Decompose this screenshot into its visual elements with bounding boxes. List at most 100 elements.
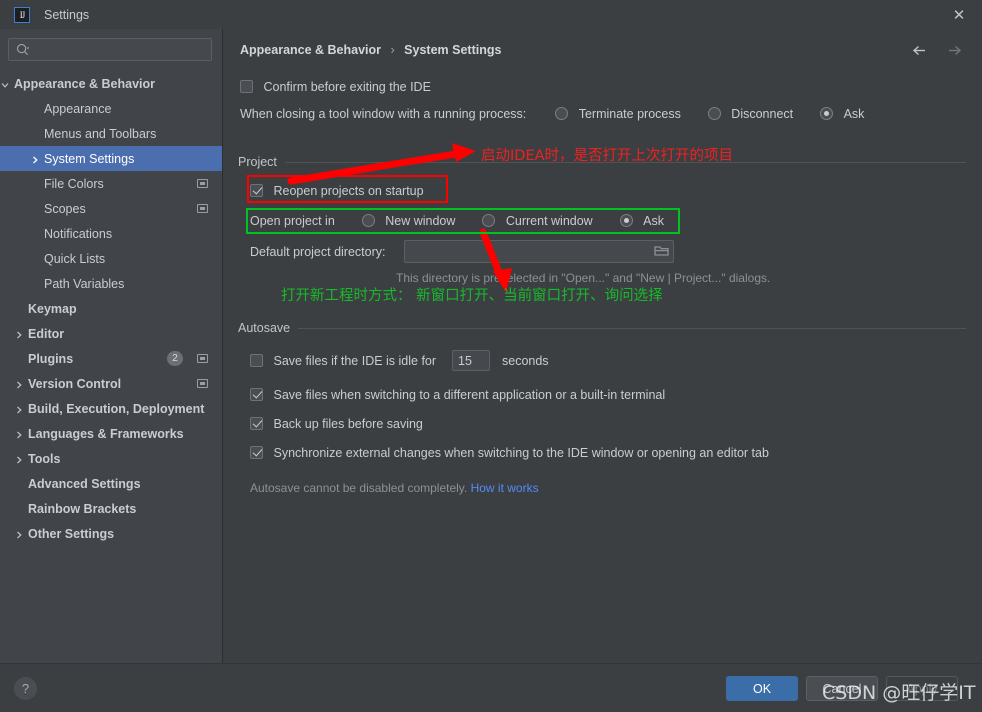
arrow-left-icon[interactable] — [910, 41, 929, 60]
sidebar-item-system-settings[interactable]: System Settings — [0, 146, 222, 171]
chevron-right-icon[interactable] — [14, 404, 24, 414]
project-level-setting-icon — [197, 354, 208, 363]
sidebar-item-advanced-settings[interactable]: Advanced Settings — [0, 471, 222, 496]
close-icon[interactable]: ✕ — [936, 0, 982, 29]
sidebar-item-label: Path Variables — [44, 276, 125, 291]
intellij-idea-icon: IJ — [14, 6, 30, 23]
radio-current-window-group[interactable]: Current window — [482, 214, 596, 228]
sidebar-item-label: Appearance — [44, 101, 112, 116]
sidebar-item-keymap[interactable]: Keymap — [0, 296, 222, 321]
reopen-projects-on-startup[interactable]: Reopen projects on startup — [250, 184, 424, 198]
autosave-idle-label-before: Save files if the IDE is idle for — [273, 354, 437, 368]
tool-window-radio-disconnect[interactable]: Disconnect — [707, 107, 797, 121]
radio-new-window[interactable] — [361, 214, 375, 227]
sidebar-item-path-variables[interactable]: Path Variables — [0, 271, 222, 296]
sidebar-item-label: System Settings — [44, 151, 135, 166]
autosave-backup-checkbox[interactable] — [250, 417, 263, 430]
arrow-right-icon[interactable] — [945, 41, 964, 60]
autosave-idle-row: Save files if the IDE is idle for — [250, 354, 436, 368]
sidebar-item-label: Languages & Frameworks — [28, 426, 184, 441]
sidebar-item-notifications[interactable]: Notifications — [0, 221, 222, 246]
sidebar-item-appearance-behavior[interactable]: Appearance & Behavior — [0, 71, 222, 96]
confirm-exit-checkbox[interactable] — [240, 80, 253, 93]
autosave-backup-label: Back up files before saving — [273, 417, 423, 431]
sidebar-item-label: Other Settings — [28, 526, 115, 541]
search-icon — [16, 43, 30, 57]
chevron-down-icon[interactable] — [0, 79, 10, 89]
settings-sidebar: Appearance & Behavior Appearance Menus and… — [0, 29, 223, 663]
sidebar-item-tools[interactable]: Tools — [0, 446, 222, 471]
chevron-right-icon[interactable] — [14, 454, 24, 464]
chevron-right-icon[interactable] — [14, 329, 24, 339]
breadcrumb-separator: › — [390, 43, 395, 57]
radio-ask-tool-window[interactable] — [820, 107, 834, 120]
how-it-works-link[interactable]: How it works — [471, 481, 539, 495]
sidebar-item-label: Rainbow Brackets — [28, 501, 137, 516]
radio-terminate-process[interactable] — [555, 107, 569, 120]
sidebar-item-version-control[interactable]: Version Control — [0, 371, 222, 396]
chevron-right-icon[interactable] — [14, 429, 24, 439]
sidebar-item-file-colors[interactable]: File Colors — [0, 171, 222, 196]
sidebar-item-label: Editor — [28, 326, 65, 341]
autosave-note: Autosave cannot be disabled completely. … — [250, 481, 539, 495]
tool-window-radio-ask[interactable]: Ask — [820, 107, 864, 121]
project-group-title: Project — [238, 155, 277, 169]
sidebar-item-label: Plugins — [28, 351, 74, 366]
chevron-right-icon[interactable] — [14, 379, 24, 389]
breadcrumb-parent[interactable]: Appearance & Behavior — [240, 43, 381, 57]
project-level-setting-icon — [197, 204, 208, 213]
default-project-directory-hint: This directory is preselected in "Open..… — [396, 271, 771, 285]
radio-terminate-process-label: Terminate process — [578, 107, 681, 121]
breadcrumb-current: System Settings — [404, 43, 502, 57]
project-level-setting-icon — [197, 379, 208, 388]
sidebar-item-rainbow-brackets[interactable]: Rainbow Brackets — [0, 496, 222, 521]
search-box[interactable] — [8, 38, 212, 61]
chevron-right-icon[interactable] — [14, 529, 24, 539]
autosave-idle-checkbox[interactable] — [250, 354, 263, 367]
search-input[interactable] — [35, 39, 205, 60]
sidebar-item-languages-frameworks[interactable]: Languages & Frameworks — [0, 421, 222, 446]
confirm-exit-row[interactable]: Confirm before exiting the IDE — [240, 80, 431, 94]
project-level-setting-icon — [197, 179, 208, 188]
autosave-sync-row[interactable]: Synchronize external changes when switch… — [250, 446, 769, 460]
reopen-projects-checkbox[interactable] — [250, 184, 263, 197]
confirm-exit-label: Confirm before exiting the IDE — [263, 80, 431, 94]
sidebar-item-build-execution-deployment[interactable]: Build, Execution, Deployment — [0, 396, 222, 421]
open-project-in: Open project in New window Current windo… — [250, 214, 664, 228]
radio-current-window[interactable] — [482, 214, 496, 227]
default-project-directory-field-wrap — [404, 240, 674, 263]
watermark: CSDN @旺仔学IT — [822, 682, 976, 704]
sidebar-item-menus-and-toolbars[interactable]: Menus and Toolbars — [0, 121, 222, 146]
radio-disconnect[interactable] — [707, 107, 721, 120]
autosave-sync-checkbox[interactable] — [250, 446, 263, 459]
ok-button[interactable]: OK — [726, 676, 798, 701]
sidebar-item-label: Menus and Toolbars — [44, 126, 157, 141]
sidebar-item-label: Tools — [28, 451, 61, 466]
question-mark-icon[interactable]: ? — [14, 677, 37, 700]
navigation-buttons — [910, 41, 964, 60]
radio-new-window-group[interactable]: New window — [361, 214, 459, 228]
sidebar-item-other-settings[interactable]: Other Settings — [0, 521, 222, 546]
autosave-note-text: Autosave cannot be disabled completely. — [250, 481, 468, 495]
radio-new-window-label: New window — [385, 214, 456, 228]
tool-window-radio-terminate[interactable]: Terminate process — [555, 107, 684, 121]
radio-disconnect-label: Disconnect — [731, 107, 794, 121]
radio-ask-open-project[interactable] — [619, 214, 633, 227]
folder-icon[interactable] — [654, 244, 669, 256]
sidebar-item-label: Keymap — [28, 301, 77, 316]
sidebar-item-scopes[interactable]: Scopes — [0, 196, 222, 221]
sidebar-item-appearance[interactable]: Appearance — [0, 96, 222, 121]
autosave-switch-app-checkbox[interactable] — [250, 388, 263, 401]
chevron-right-icon[interactable] — [30, 154, 40, 164]
sidebar-item-label: Scopes — [44, 201, 86, 216]
sidebar-item-quick-lists[interactable]: Quick Lists — [0, 246, 222, 271]
autosave-backup-row[interactable]: Back up files before saving — [250, 417, 423, 431]
sidebar-item-label: File Colors — [44, 176, 104, 191]
sidebar-item-editor[interactable]: Editor — [0, 321, 222, 346]
autosave-idle-seconds-input[interactable] — [452, 350, 490, 371]
settings-tree: Appearance & Behavior Appearance Menus and… — [0, 71, 222, 546]
sidebar-item-plugins[interactable]: Plugins 2 — [0, 346, 222, 371]
radio-ask-open-project-group[interactable]: Ask — [619, 214, 664, 228]
default-project-directory-input[interactable] — [404, 240, 674, 263]
autosave-switch-app-row[interactable]: Save files when switching to a different… — [250, 388, 665, 402]
